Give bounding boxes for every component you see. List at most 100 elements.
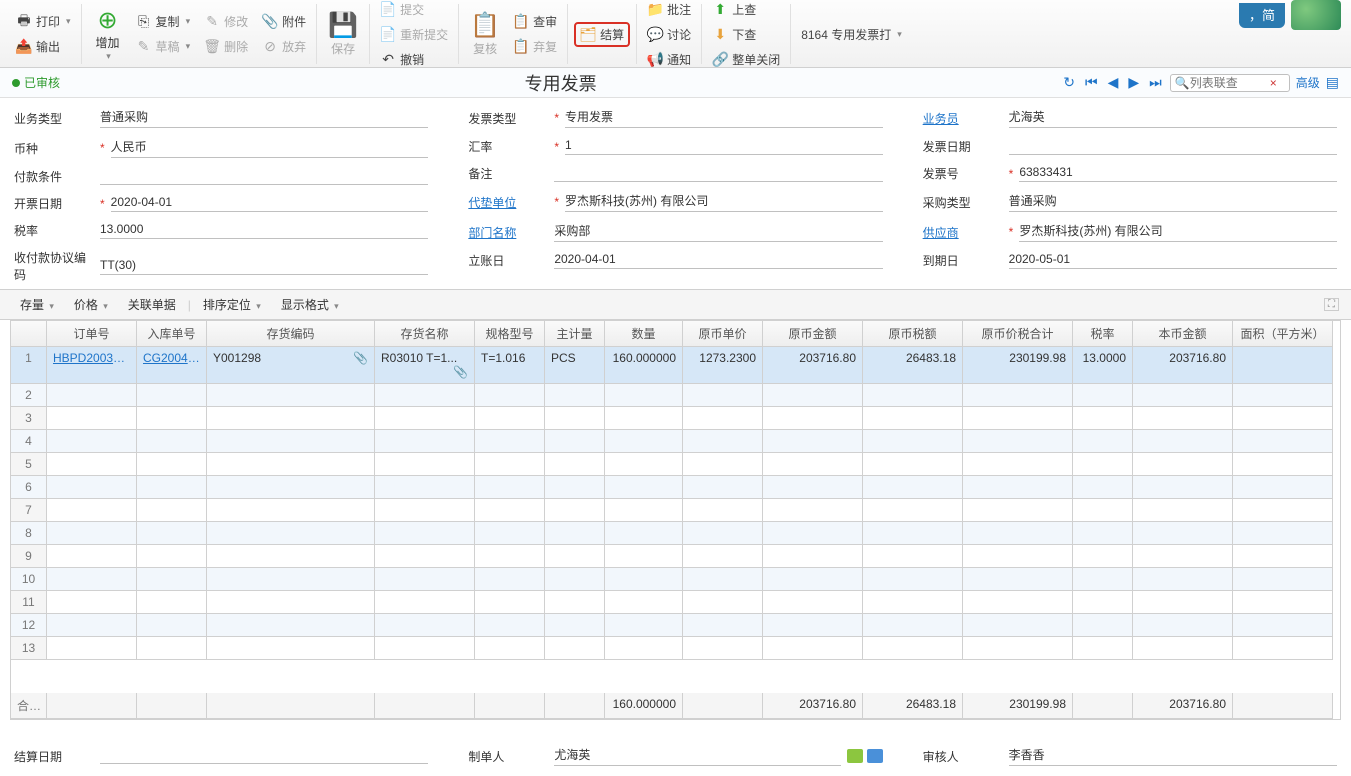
cell[interactable] (137, 614, 207, 637)
modify-button[interactable]: ✎修改 (200, 11, 252, 32)
exrate-field[interactable]: 1 (565, 138, 883, 155)
cell[interactable] (763, 637, 863, 660)
cell[interactable] (863, 568, 963, 591)
taxrate-field[interactable]: 13.0000 (100, 222, 428, 239)
cell[interactable] (1133, 499, 1233, 522)
table-row[interactable]: 12 (11, 614, 1340, 637)
agent-field[interactable]: 罗杰斯科技(苏州) 有限公司 (565, 192, 883, 212)
cell[interactable] (605, 522, 683, 545)
table-row[interactable]: 13 (11, 637, 1340, 660)
table-row[interactable]: 1HBPD20030408CG20040...Y001298📎R03010 T=… (11, 347, 1340, 384)
cell[interactable] (137, 407, 207, 430)
cell[interactable] (207, 614, 375, 637)
col-rate[interactable]: 税率 (1073, 321, 1133, 347)
cell[interactable] (683, 384, 763, 407)
cell[interactable] (207, 384, 375, 407)
col-locamt[interactable]: 本币金额 (1133, 321, 1233, 347)
col-tax[interactable]: 原币税额 (863, 321, 963, 347)
settledate-field[interactable] (100, 748, 428, 764)
cell[interactable] (545, 545, 605, 568)
cell[interactable]: PCS (545, 347, 605, 384)
cell[interactable] (763, 522, 863, 545)
cell[interactable] (963, 384, 1073, 407)
table-row[interactable]: 5 (11, 453, 1340, 476)
cell[interactable] (375, 453, 475, 476)
supplier-field[interactable]: 罗杰斯科技(苏州) 有限公司 (1019, 222, 1337, 242)
abandon-button[interactable]: ⊘放弃 (258, 36, 310, 57)
currency-field[interactable]: 人民币 (111, 138, 429, 158)
cell[interactable]: 6 (11, 476, 47, 499)
refresh-icon[interactable]: ↻ (1061, 74, 1077, 91)
cell[interactable] (763, 545, 863, 568)
cell[interactable] (683, 522, 763, 545)
clear-icon[interactable]: × (1270, 76, 1277, 90)
price-btn[interactable]: 价格 ▾ (66, 294, 116, 315)
remark-field[interactable] (554, 166, 882, 182)
submit-button[interactable]: 📄提交 (376, 0, 452, 20)
cell[interactable] (207, 591, 375, 614)
cell[interactable] (375, 499, 475, 522)
cell[interactable]: 26483.18 (863, 347, 963, 384)
cell[interactable] (375, 384, 475, 407)
sales-field[interactable]: 尤海英 (1009, 108, 1337, 128)
cell[interactable] (1133, 568, 1233, 591)
cell[interactable] (1133, 522, 1233, 545)
cell[interactable] (683, 568, 763, 591)
col-code[interactable]: 存货编码 (207, 321, 375, 347)
cell[interactable] (545, 522, 605, 545)
cell[interactable] (1233, 591, 1333, 614)
cell[interactable] (47, 637, 137, 660)
cell[interactable] (605, 384, 683, 407)
search-box[interactable]: 🔍 × (1170, 74, 1290, 92)
cell[interactable]: 3 (11, 407, 47, 430)
duedate-field[interactable]: 2020-05-01 (1009, 252, 1337, 269)
table-row[interactable]: 8 (11, 522, 1340, 545)
annotate-button[interactable]: 📁批注 (643, 0, 695, 20)
cell[interactable]: 13.0000 (1073, 347, 1133, 384)
cell[interactable] (207, 637, 375, 660)
cell[interactable] (545, 384, 605, 407)
col-total[interactable]: 原币价税合计 (963, 321, 1073, 347)
cell[interactable]: 203716.80 (1133, 347, 1233, 384)
cell[interactable] (683, 614, 763, 637)
cell[interactable] (375, 545, 475, 568)
table-row[interactable]: 4 (11, 430, 1340, 453)
cell[interactable]: 2 (11, 384, 47, 407)
cell[interactable] (963, 545, 1073, 568)
cell[interactable] (137, 476, 207, 499)
cell[interactable] (963, 453, 1073, 476)
cell[interactable] (1073, 591, 1133, 614)
cell[interactable] (47, 591, 137, 614)
next-icon[interactable]: ▶ (1126, 74, 1141, 91)
cell[interactable]: 5 (11, 453, 47, 476)
cell[interactable] (207, 568, 375, 591)
cell[interactable] (545, 453, 605, 476)
cell[interactable] (475, 522, 545, 545)
cell[interactable] (963, 407, 1073, 430)
cell[interactable] (1233, 568, 1333, 591)
cell[interactable] (1133, 384, 1233, 407)
h-scrollbar[interactable] (10, 720, 1341, 736)
cell[interactable] (47, 407, 137, 430)
cell[interactable]: HBPD20030408 (47, 347, 137, 384)
cell[interactable] (1133, 453, 1233, 476)
agent-label[interactable]: 代垫单位 (468, 194, 548, 211)
payterm-field[interactable] (100, 169, 428, 185)
revoke-button[interactable]: ↶撤销 (376, 49, 452, 70)
col-area[interactable]: 面积（平方米） (1233, 321, 1333, 347)
inventory-btn[interactable]: 存量 ▾ (12, 294, 62, 315)
settle-button[interactable]: 🗂结算 (574, 22, 630, 47)
cell[interactable] (1073, 637, 1133, 660)
cell[interactable] (1073, 568, 1133, 591)
cell[interactable] (1133, 591, 1233, 614)
closeall-button[interactable]: 🔗整单关闭 (708, 49, 784, 70)
delete-button[interactable]: 🗑删除 (200, 36, 252, 57)
invno-field[interactable]: 63833431 (1019, 165, 1337, 182)
cell[interactable] (863, 407, 963, 430)
cell[interactable] (1233, 453, 1333, 476)
cell[interactable] (683, 545, 763, 568)
cell[interactable] (1233, 407, 1333, 430)
cell[interactable] (207, 430, 375, 453)
col-rownum[interactable] (11, 321, 47, 347)
cell[interactable] (207, 522, 375, 545)
